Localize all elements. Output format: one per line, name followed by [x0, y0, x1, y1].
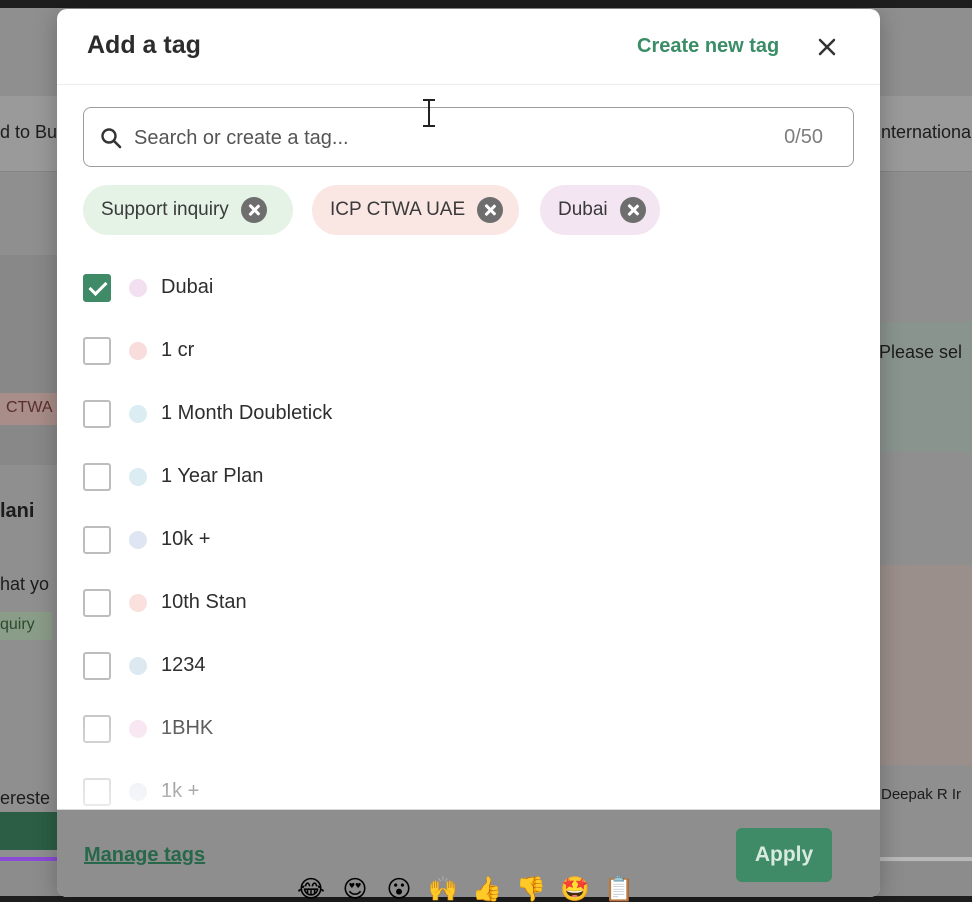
remove-tag-icon[interactable]	[477, 197, 504, 223]
selected-tag-chip: Support inquiry	[83, 185, 293, 235]
manage-tags-link[interactable]: Manage tags	[84, 844, 205, 867]
tag-row[interactable]: 1 Year Plan	[83, 445, 863, 508]
tag-color-dot	[129, 719, 147, 738]
tag-checkbox[interactable]	[83, 462, 111, 491]
tag-row[interactable]: 1 cr	[83, 319, 863, 382]
tag-checkbox[interactable]	[83, 588, 111, 617]
bg-text-3: lani	[0, 500, 35, 522]
bg-right-pink-panel	[881, 565, 972, 765]
tag-label: 1k +	[161, 780, 200, 802]
tag-label: Dubai	[161, 276, 214, 298]
tag-color-dot	[129, 782, 147, 801]
reaction-notes-icon[interactable]: 📋	[604, 878, 634, 902]
tag-label: 1 cr	[161, 339, 195, 361]
modal-header: Add a tag Create new tag	[57, 9, 880, 85]
reaction-heart-eyes-icon[interactable]: 😍	[340, 878, 370, 902]
chip-label: Support inquiry	[101, 199, 229, 220]
search-input[interactable]	[134, 122, 694, 154]
selected-tag-chip: Dubai	[540, 185, 660, 235]
tag-color-dot	[129, 467, 147, 486]
reaction-raised-hands-icon[interactable]: 🙌	[428, 878, 458, 902]
tag-checkbox[interactable]	[83, 273, 111, 302]
bg-text-8: Please sel	[879, 342, 963, 362]
reaction-laugh-icon[interactable]: 😂	[296, 878, 326, 902]
tag-label: 1234	[161, 654, 206, 676]
text-cursor-icon	[419, 97, 439, 129]
bg-text-6: ereste	[0, 788, 51, 808]
bg-text-4: hat yo	[0, 574, 50, 594]
tag-color-dot	[129, 341, 147, 360]
bg-green-button	[0, 812, 57, 850]
reaction-thumbs-down-icon[interactable]: 👎	[516, 878, 546, 902]
tag-label: 10th Stan	[161, 591, 247, 613]
tag-checkbox[interactable]	[83, 399, 111, 428]
bg-text-2: CTWA	[6, 399, 53, 416]
tag-color-dot	[129, 530, 147, 549]
add-tag-modal: Add a tag Create new tag 0/50 Support in…	[57, 9, 880, 897]
bg-text-5: quiry	[0, 616, 35, 633]
tag-label: 1BHK	[161, 717, 214, 739]
reaction-thumbs-up-icon[interactable]: 👍	[472, 878, 502, 902]
create-new-tag-link[interactable]: Create new tag	[637, 35, 779, 58]
modal-title: Add a tag	[87, 31, 201, 59]
tag-checkbox[interactable]	[83, 651, 111, 680]
tag-checkbox[interactable]	[83, 336, 111, 365]
tag-row[interactable]: 10k +	[83, 508, 863, 571]
tag-color-dot	[129, 278, 147, 297]
tag-color-dot	[129, 593, 147, 612]
tag-row[interactable]: 10th Stan	[83, 571, 863, 634]
search-box: 0/50	[83, 107, 854, 167]
close-icon	[818, 38, 836, 56]
tag-label: 1 Month Doubletick	[161, 402, 333, 424]
tag-row[interactable]: 1 Month Doubletick	[83, 382, 863, 445]
apply-button[interactable]: Apply	[736, 828, 832, 882]
reaction-add-icon[interactable]: 🤩	[560, 878, 590, 902]
tag-color-dot	[129, 656, 147, 675]
bg-text-7: nternationa	[881, 122, 972, 142]
tag-row[interactable]: 1BHK	[83, 697, 863, 760]
chip-label: ICP CTWA UAE	[330, 199, 466, 220]
bg-text-9: Deepak R Ir	[881, 786, 962, 803]
tag-row[interactable]: 1234	[83, 634, 863, 697]
remove-tag-icon[interactable]	[619, 197, 646, 223]
bg-text-1: d to Bu	[0, 122, 58, 142]
search-char-count: 0/50	[784, 126, 823, 148]
search-icon	[101, 128, 122, 149]
remove-tag-icon[interactable]	[240, 197, 267, 223]
top-strip	[0, 0, 972, 8]
tag-checkbox[interactable]	[83, 525, 111, 554]
tag-checkbox[interactable]	[83, 777, 111, 806]
close-button[interactable]	[813, 33, 841, 61]
tag-color-dot	[129, 404, 147, 423]
reaction-wow-icon[interactable]: 😮	[384, 878, 414, 902]
tag-label: 10k +	[161, 528, 211, 550]
chip-label: Dubai	[558, 199, 608, 220]
tag-checkbox[interactable]	[83, 714, 111, 743]
bg-left-panel	[0, 255, 57, 465]
selected-tag-chip: ICP CTWA UAE	[312, 185, 519, 235]
tag-row[interactable]: Dubai	[83, 256, 863, 319]
reaction-bar: 😂 😍 😮 🙌 👍 👎 🤩 📋	[296, 878, 634, 902]
tag-label: 1 Year Plan	[161, 465, 264, 487]
